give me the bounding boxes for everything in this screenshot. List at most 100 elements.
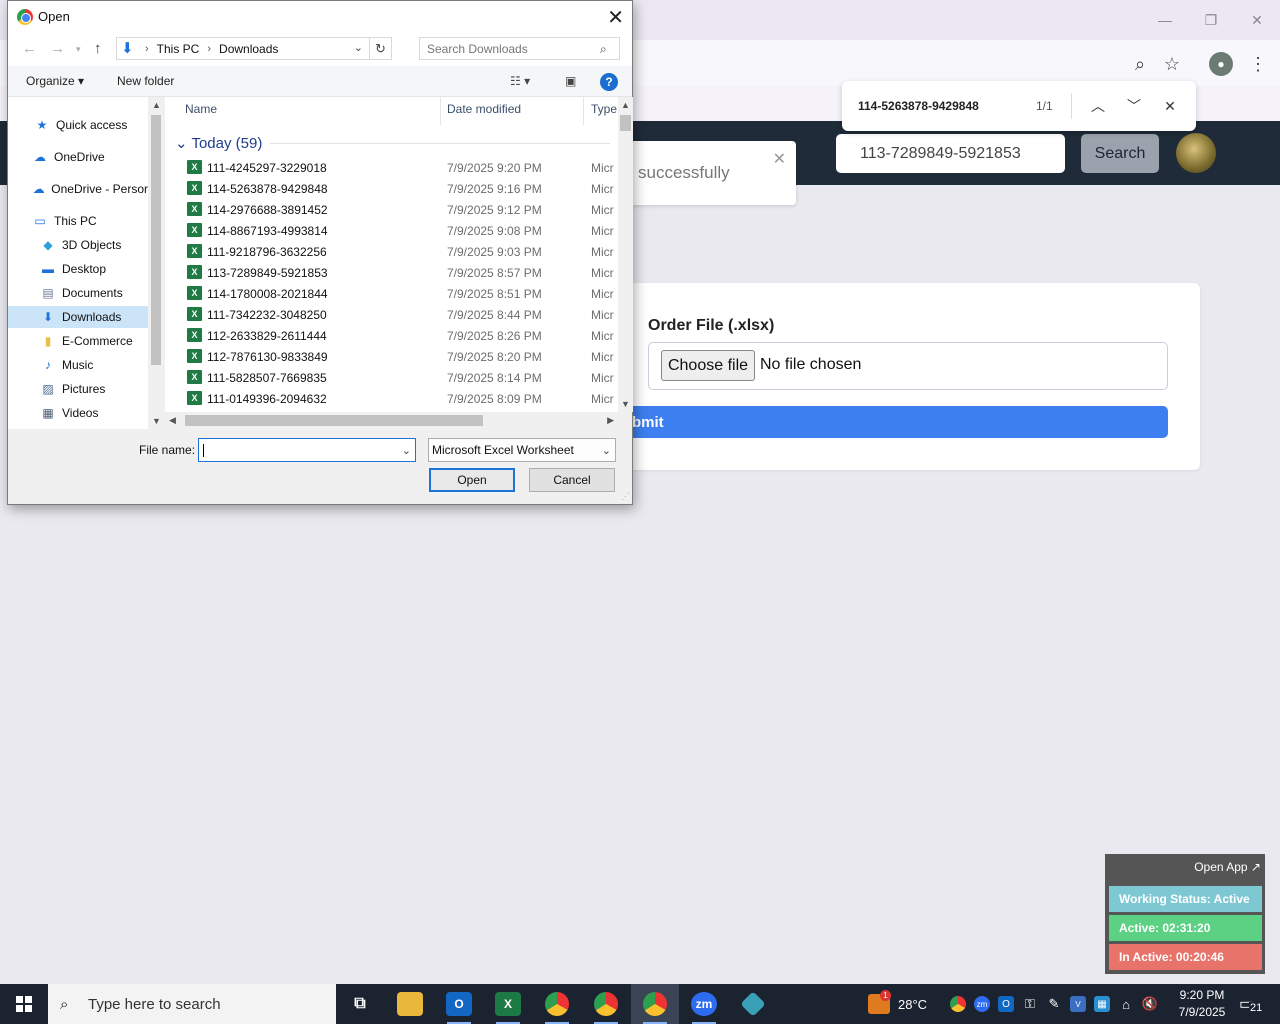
dialog-search-input[interactable]: Search Downloads: [419, 37, 620, 60]
submit-button[interactable]: bmit: [620, 406, 1168, 438]
taskbar-zoom[interactable]: zm: [680, 984, 728, 1024]
file-row[interactable]: X 111-4245297-3229018 7/9/2025 9:20 PM Micr: [165, 157, 618, 178]
file-row[interactable]: X 114-8867193-4993814 7/9/2025 9:08 PM Micr: [165, 220, 618, 241]
file-row[interactable]: X 111-9218796-3632256 7/9/2025 9:03 PM Micr: [165, 241, 618, 262]
menu-dots-icon[interactable]: ⋮: [1246, 52, 1270, 76]
sidebar-item-pictures[interactable]: ▨ Pictures: [8, 378, 148, 400]
toast-close-icon[interactable]: ✕: [773, 149, 786, 169]
refresh-icon[interactable]: ↻: [369, 38, 391, 59]
volume-muted-icon[interactable]: 🔇: [1142, 996, 1158, 1012]
taskbar-file-explorer[interactable]: [386, 984, 434, 1024]
file-name-input[interactable]: ⌄: [198, 438, 416, 462]
column-divider[interactable]: [583, 97, 584, 125]
sidebar-item-e-commerce[interactable]: ▮ E-Commerce: [8, 330, 148, 352]
back-arrow-icon[interactable]: ←: [22, 40, 37, 57]
vertical-scroll-thumb[interactable]: [620, 115, 631, 131]
file-row[interactable]: X 111-0149396-2094632 7/9/2025 8:09 PM Micr: [165, 388, 618, 409]
header-search-input[interactable]: 113-7289849-5921853: [836, 134, 1065, 173]
notification-center[interactable]: ▭ 21: [1237, 994, 1265, 1016]
network-tray-icon[interactable]: ⚿: [1022, 996, 1038, 1012]
start-button[interactable]: [0, 984, 48, 1024]
file-row[interactable]: X 114-2976688-3891452 7/9/2025 9:12 PM Micr: [165, 199, 618, 220]
open-app-link[interactable]: Open App ↗: [1194, 860, 1261, 874]
file-row[interactable]: X 111-5828507-7669835 7/9/2025 8:14 PM Micr: [165, 367, 618, 388]
close-icon[interactable]: ✕: [1158, 94, 1182, 118]
outlook-tray-icon[interactable]: O: [998, 996, 1014, 1012]
scroll-left-icon[interactable]: ◀: [169, 415, 176, 426]
column-header-type[interactable]: Type: [591, 102, 617, 116]
resize-grip-icon[interactable]: ⋰: [621, 491, 630, 502]
file-type-select[interactable]: Microsoft Excel Worksheet ⌄: [428, 438, 616, 462]
weather-temp[interactable]: 28°C: [898, 984, 927, 1024]
taskbar-search[interactable]: ⌕ Type here to search: [48, 984, 336, 1024]
help-icon[interactable]: ?: [600, 73, 618, 91]
file-row[interactable]: X 112-2633829-2611444 7/9/2025 8:26 PM Micr: [165, 325, 618, 346]
taskbar-clock[interactable]: 9:20 PM 7/9/2025: [1172, 987, 1232, 1021]
sidebar-item-onedrive-personal[interactable]: ☁ OneDrive - Persor: [8, 178, 148, 200]
dialog-close-icon[interactable]: ✕: [607, 5, 624, 30]
scroll-up-icon[interactable]: ▲: [621, 100, 630, 110]
column-header-date[interactable]: Date modified: [447, 102, 521, 116]
taskbar-excel[interactable]: X: [484, 984, 532, 1024]
column-divider[interactable]: [440, 97, 441, 125]
breadcrumb-this-pc[interactable]: This PC: [157, 42, 200, 56]
vpn-tray-icon[interactable]: V: [1070, 996, 1086, 1012]
task-view-button[interactable]: ⧉: [336, 984, 384, 1024]
chevron-up-icon[interactable]: ︿: [1086, 94, 1110, 118]
horizontal-scroll-thumb[interactable]: [185, 415, 483, 426]
taskbar-chrome-2[interactable]: [582, 984, 630, 1024]
close-window-button[interactable]: ✕: [1234, 0, 1280, 40]
address-bar[interactable]: ⬇ › This PC › Downloads ⌄ ↻: [116, 37, 392, 60]
nav-scrollbar[interactable]: ▲ ▼: [148, 97, 164, 429]
file-list-vertical-scrollbar[interactable]: ▲ ▼: [618, 97, 633, 412]
sidebar-item-this-pc[interactable]: ▭ This PC: [8, 210, 148, 232]
chevron-down-icon[interactable]: ﹀: [1122, 94, 1146, 118]
view-options-icon[interactable]: ☷ ▾: [510, 74, 530, 88]
profile-icon[interactable]: ●: [1209, 52, 1233, 76]
wifi-tray-icon[interactable]: ⌂: [1118, 996, 1134, 1012]
cancel-button[interactable]: Cancel: [529, 468, 615, 492]
file-row[interactable]: X 111-7342232-3048250 7/9/2025 8:44 PM Micr: [165, 304, 618, 325]
organize-menu[interactable]: Organize ▾: [26, 74, 84, 88]
avatar[interactable]: [1176, 133, 1216, 173]
new-folder-button[interactable]: New folder: [117, 74, 174, 88]
sidebar-item-music[interactable]: ♪ Music: [8, 354, 148, 376]
scroll-up-icon[interactable]: ▲: [152, 100, 161, 110]
scroll-right-icon[interactable]: ▶: [607, 415, 614, 426]
restore-button[interactable]: ❐: [1188, 0, 1234, 40]
sidebar-item-downloads[interactable]: ⬇ Downloads: [8, 306, 148, 328]
recent-dropdown-icon[interactable]: ▾: [76, 44, 81, 55]
file-row[interactable]: X 114-1780008-2021844 7/9/2025 8:51 PM Micr: [165, 283, 618, 304]
forward-arrow-icon[interactable]: →: [50, 40, 65, 57]
taskbar-app[interactable]: [729, 984, 777, 1024]
zoom-tray-icon[interactable]: zm: [974, 996, 990, 1012]
sidebar-item-quick-access[interactable]: ★ Quick access: [8, 114, 148, 136]
chrome-tray-icon[interactable]: [950, 996, 966, 1012]
taskbar-outlook[interactable]: O: [435, 984, 483, 1024]
scroll-down-icon[interactable]: ▼: [621, 399, 630, 409]
preview-pane-icon[interactable]: ▣: [565, 74, 576, 88]
taskbar-chrome-3[interactable]: [631, 984, 679, 1024]
pen-tray-icon[interactable]: ✎: [1046, 996, 1062, 1012]
breadcrumb-downloads[interactable]: Downloads: [219, 42, 278, 56]
file-row[interactable]: X 113-7289849-5921853 7/9/2025 8:57 PM Micr: [165, 262, 618, 283]
minimize-button[interactable]: —: [1142, 0, 1188, 40]
address-dropdown-icon[interactable]: ⌄: [354, 41, 363, 54]
sidebar-item-onedrive[interactable]: ☁ OneDrive: [8, 146, 148, 168]
file-row[interactable]: X 114-5263878-9429848 7/9/2025 9:16 PM Micr: [165, 178, 618, 199]
sidebar-item-3d-objects[interactable]: ◆ 3D Objects: [8, 234, 148, 256]
taskbar-chrome-1[interactable]: [533, 984, 581, 1024]
sidebar-item-videos[interactable]: ▦ Videos: [8, 402, 148, 424]
bookmark-star-icon[interactable]: ☆: [1160, 52, 1184, 76]
sidebar-item-desktop[interactable]: ▬ Desktop: [8, 258, 148, 280]
open-button[interactable]: Open: [429, 468, 515, 492]
scroll-down-icon[interactable]: ▼: [152, 416, 161, 426]
header-search-button[interactable]: Search: [1081, 134, 1159, 173]
up-arrow-icon[interactable]: ↑: [94, 40, 102, 57]
page-search-icon[interactable]: ⌕: [1128, 52, 1152, 76]
group-header[interactable]: ⌄ Today (59): [175, 134, 262, 152]
find-query-input[interactable]: 114-5263878-9429848: [858, 99, 979, 113]
app-tray-icon[interactable]: ▦: [1094, 996, 1110, 1012]
file-row[interactable]: X 112-7876130-9833849 7/9/2025 8:20 PM Micr: [165, 346, 618, 367]
file-list-horizontal-scrollbar[interactable]: ◀ ▶: [165, 412, 618, 429]
